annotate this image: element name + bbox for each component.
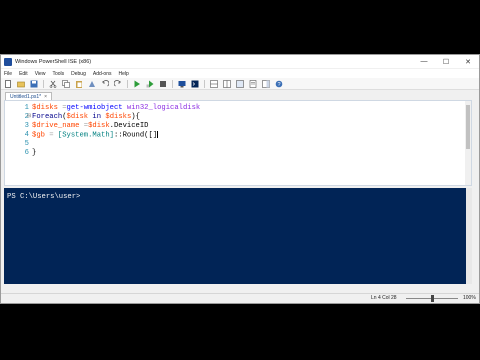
- line-number: 3: [24, 122, 29, 130]
- clear-icon[interactable]: [88, 80, 96, 88]
- line-number: 6: [24, 149, 29, 157]
- toolbar-separator: [172, 79, 173, 88]
- code-variable: $disks: [105, 113, 132, 121]
- menu-help[interactable]: Help: [118, 71, 128, 77]
- code-line-6: }: [32, 149, 37, 157]
- run-selection-icon[interactable]: [146, 80, 154, 88]
- menu-edit[interactable]: Edit: [19, 71, 28, 77]
- code-member: ::Round(: [113, 131, 149, 140]
- remote-powershell-icon[interactable]: [178, 80, 186, 88]
- code-operator: =: [44, 131, 58, 140]
- svg-text:?: ?: [277, 82, 280, 88]
- cut-icon[interactable]: [49, 80, 57, 88]
- zoom-level: 100%: [463, 295, 476, 301]
- code-argument: win32_logicaldisk: [122, 104, 201, 112]
- console-icon[interactable]: [191, 80, 199, 88]
- tab-untitled1[interactable]: Untitled1.ps1* ×: [5, 92, 53, 100]
- code-type: [System.Math]: [57, 131, 114, 140]
- collapse-toggle-icon[interactable]: ⊟: [27, 113, 31, 119]
- toolbar: ?: [1, 78, 479, 90]
- code-variable: $disk: [66, 113, 89, 121]
- window-title: Windows PowerShell ISE (x86): [15, 58, 92, 65]
- code-variable: $disk: [88, 122, 110, 130]
- maximize-button[interactable]: ☐: [435, 55, 457, 68]
- code-variable: $gb: [32, 131, 45, 140]
- line-number: 4: [24, 131, 29, 139]
- code-command: get-wmiobject: [66, 104, 123, 112]
- stop-icon[interactable]: [159, 80, 167, 88]
- zoom-slider-thumb[interactable]: [431, 295, 434, 302]
- editor-scrollbar[interactable]: [465, 101, 471, 185]
- copy-icon[interactable]: [62, 79, 70, 88]
- redo-icon[interactable]: [114, 79, 122, 88]
- help-icon[interactable]: ?: [275, 80, 283, 88]
- code-bracket: []: [148, 131, 158, 140]
- tab-close-icon[interactable]: ×: [44, 94, 47, 100]
- script-tab-strip: Untitled1.ps1* ×: [1, 91, 479, 100]
- layout-right-icon[interactable]: [223, 79, 231, 88]
- menu-bar: File Edit View Tools Debug Add-ons Help: [1, 69, 479, 78]
- console-prompt: PS C:\Users\user>: [7, 193, 81, 201]
- code-line-3: $drive_name =$disk.DeviceID: [32, 122, 465, 131]
- code-variable: $drive_name: [32, 122, 80, 130]
- menu-tools[interactable]: Tools: [52, 71, 64, 77]
- editor-scroll-thumb[interactable]: [466, 105, 470, 149]
- run-icon[interactable]: [133, 80, 141, 88]
- cursor-position: Ln 4 Col 28: [371, 295, 397, 301]
- title-bar: Windows PowerShell ISE (x86) — ☐ ✕: [1, 55, 479, 68]
- code-operator: =: [79, 122, 89, 130]
- code-paren: ){: [131, 113, 140, 121]
- code-keyword: in: [88, 113, 106, 121]
- code-operator: =: [57, 104, 67, 112]
- layout-max-icon[interactable]: [236, 79, 244, 88]
- undo-icon[interactable]: [101, 79, 109, 88]
- code-keyword: Foreach: [32, 113, 63, 121]
- show-addons-icon[interactable]: [262, 79, 270, 88]
- console-pane[interactable]: PS C:\Users\user>: [4, 188, 472, 284]
- code-area[interactable]: $disks =get-wmiobject win32_logicaldisk …: [32, 104, 465, 158]
- menu-debug[interactable]: Debug: [71, 71, 86, 77]
- script-editor[interactable]: 1 2 3 4 5 6 ⊟ $disks =get-wmiobject win3…: [4, 100, 472, 186]
- toolbar-separator: [127, 79, 128, 88]
- line-number: 5: [24, 140, 29, 148]
- line-number: 1: [24, 104, 29, 112]
- show-script-icon[interactable]: [249, 79, 257, 88]
- save-icon[interactable]: [30, 80, 38, 88]
- powershell-ise-window: Windows PowerShell ISE (x86) — ☐ ✕ File …: [0, 54, 480, 304]
- code-line-1: $disks =get-wmiobject win32_logicaldisk: [32, 104, 465, 113]
- open-file-icon[interactable]: [17, 80, 25, 88]
- console-scrollbar[interactable]: [466, 188, 472, 284]
- code-member: .DeviceID: [109, 122, 149, 130]
- powershell-app-icon: [4, 57, 12, 66]
- text-caret: [157, 131, 159, 138]
- toolbar-separator: [43, 79, 44, 88]
- tab-label: Untitled1.ps1*: [10, 93, 42, 100]
- layout-top-icon[interactable]: [210, 79, 218, 88]
- toolbar-separator: [204, 79, 205, 88]
- code-variable: $disks: [32, 104, 58, 112]
- minimize-button[interactable]: —: [413, 55, 435, 68]
- new-file-icon[interactable]: [4, 79, 12, 88]
- status-bar: Ln 4 Col 28 100%: [1, 293, 479, 303]
- menu-file[interactable]: File: [4, 71, 12, 77]
- close-button[interactable]: ✕: [457, 55, 479, 68]
- menu-addons[interactable]: Add-ons: [93, 71, 112, 77]
- code-line-4: $gb = [System.Math]::Round([]: [32, 131, 465, 140]
- menu-view[interactable]: View: [35, 71, 46, 77]
- paste-icon[interactable]: [75, 80, 83, 88]
- code-line-2: Foreach($disk in $disks){: [32, 113, 465, 122]
